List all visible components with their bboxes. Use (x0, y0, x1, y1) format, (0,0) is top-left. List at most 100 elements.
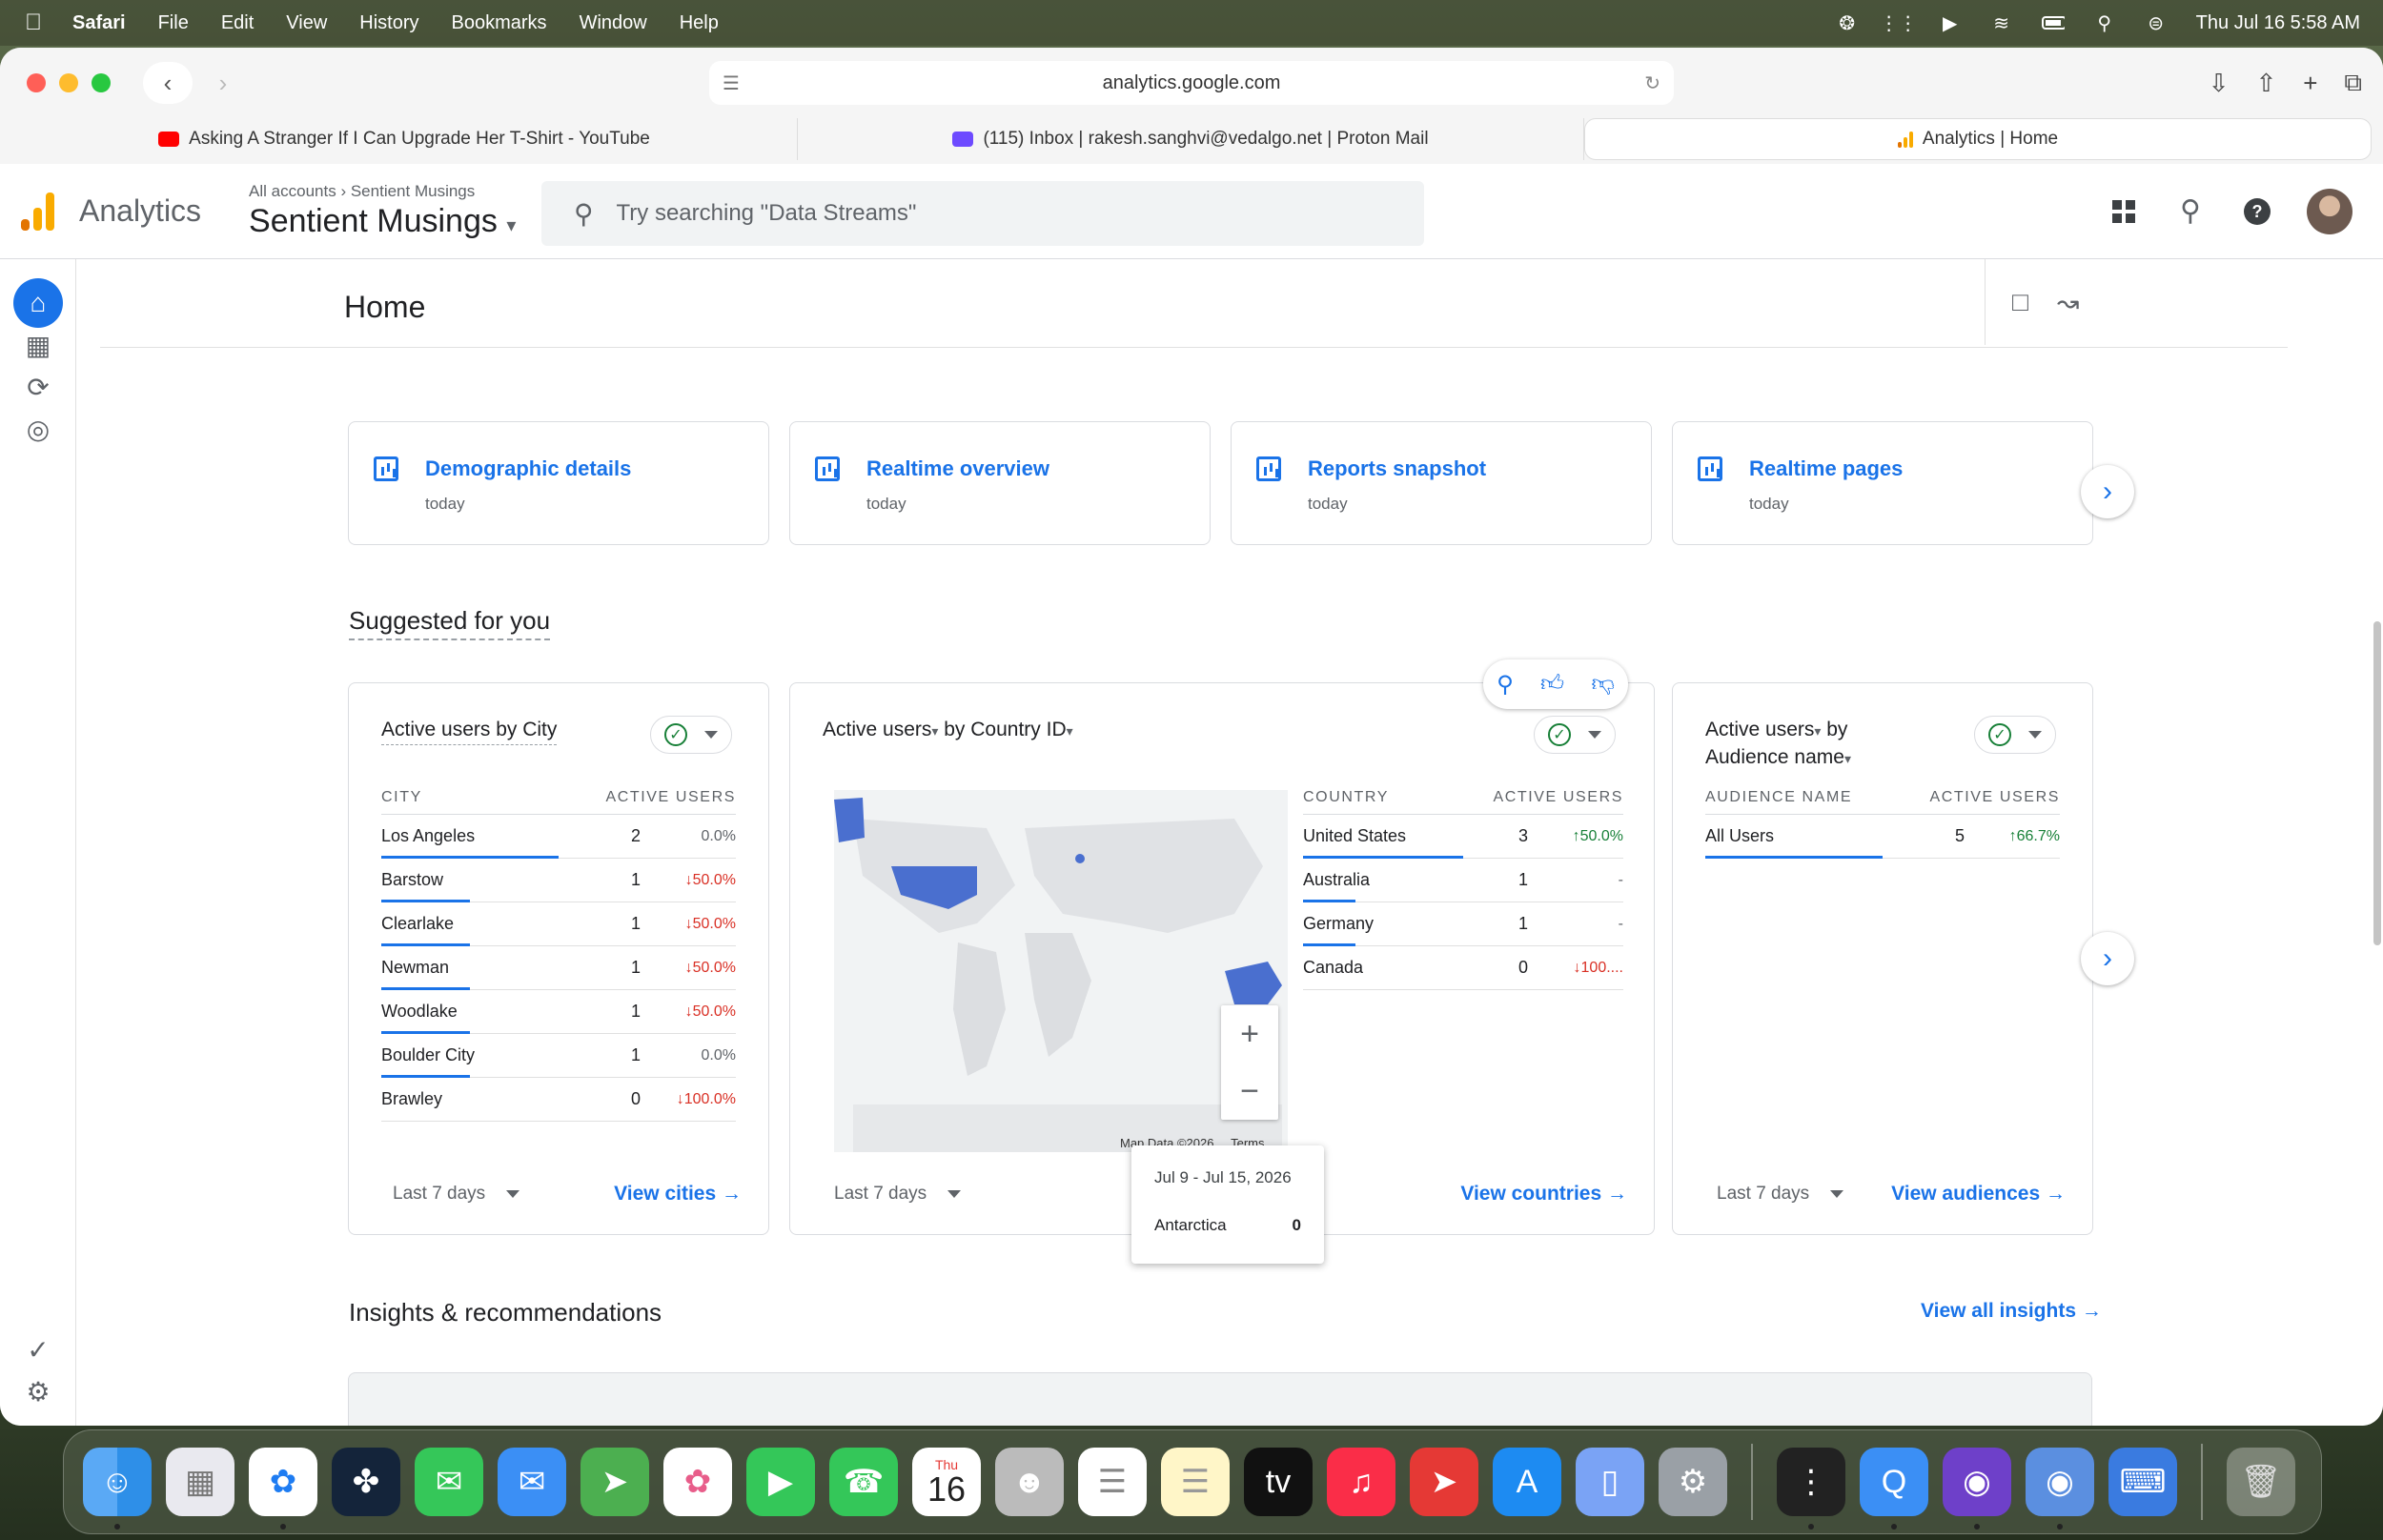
search-insights-icon[interactable]: ⚲ (2173, 194, 2208, 229)
apps-grid-icon[interactable] (2107, 194, 2141, 229)
maps-icon[interactable]: ➤ (580, 1448, 649, 1516)
search-input[interactable]: Try searching "Data Streams" (617, 200, 917, 227)
view-cities-link[interactable]: View cities → (614, 1183, 742, 1206)
menu-window[interactable]: Window (580, 12, 647, 34)
play-circle-icon[interactable]: ▶ (1939, 11, 1962, 34)
table-row[interactable]: Woodlake 1 ↓50.0% (381, 990, 736, 1034)
spotlight-search-icon[interactable]: ⚲ (2093, 11, 2116, 34)
nav-settings-button[interactable]: ⚙ (13, 1367, 63, 1416)
comparison-toggle[interactable]: ✓ (650, 716, 732, 754)
app-store-icon[interactable]: A (1493, 1448, 1561, 1516)
back-button[interactable]: ‹ (143, 62, 193, 104)
github-desktop-icon[interactable]: ◉ (1943, 1448, 2011, 1530)
close-window-button[interactable] (27, 73, 46, 92)
launchpad-icon[interactable]: ▦ (166, 1448, 234, 1516)
menubar-clock[interactable]: Thu Jul 16 5:58 AM (2196, 12, 2360, 34)
finder-icon[interactable]: ☺ (83, 1448, 152, 1530)
city-card-title[interactable]: Active users by City (381, 716, 558, 745)
thumbs-up-icon[interactable]: 👍︎ (1540, 671, 1564, 698)
metric-selector[interactable]: Active users▾ (823, 719, 938, 740)
page-scrollbar[interactable] (2373, 621, 2381, 945)
suggested-cards-next-button[interactable]: › (2081, 932, 2134, 985)
downloads-icon[interactable]: ⇩ (2209, 69, 2230, 98)
battery-icon[interactable] (2041, 11, 2065, 34)
view-audiences-link[interactable]: View audiences → (1891, 1183, 2066, 1206)
facetime-icon[interactable]: ▶ (746, 1448, 815, 1516)
table-row[interactable]: Canada 0 ↓100.... (1303, 946, 1623, 990)
notes-app-icon[interactable]: ☰ (1161, 1448, 1230, 1516)
date-range-selector[interactable]: Last 7 days (393, 1184, 520, 1205)
page-menu-icon[interactable]: ☰ (723, 71, 740, 95)
account-picker[interactable]: All accounts › Sentient Musings Sentient… (249, 182, 516, 240)
dimension-selector[interactable]: by Country ID▾ (944, 719, 1072, 740)
app-grid-launcher-icon[interactable]: ⋮ (1777, 1448, 1845, 1530)
world-map[interactable]: + − Map Data ©2026 Terms (834, 790, 1288, 1152)
warp-icon[interactable]: ✤ (332, 1448, 400, 1516)
nav-advertising-button[interactable]: ◎ (13, 404, 63, 454)
photos-icon[interactable]: ✿ (663, 1448, 732, 1516)
grid-dots-icon[interactable]: ⋮⋮ (1880, 11, 1918, 34)
system-settings-icon[interactable]: ⚙ (1659, 1448, 1727, 1516)
table-row[interactable]: Clearlake 1 ↓50.0% (381, 902, 736, 946)
view-all-insights-link[interactable]: View all insights → (1921, 1300, 2102, 1323)
phone-icon[interactable]: ☎ (829, 1448, 898, 1516)
quick-cards-next-button[interactable]: › (2081, 465, 2134, 518)
contacts-icon[interactable]: ☻ (995, 1448, 1064, 1516)
quicktime-icon[interactable]: Q (1860, 1448, 1928, 1530)
help-icon[interactable]: ? (2240, 194, 2274, 229)
dimension-selector[interactable]: Audience name▾ (1705, 746, 1851, 768)
date-range-selector[interactable]: Last 7 days (1717, 1184, 1844, 1205)
search-bar[interactable]: ⚲ Try searching "Data Streams" (541, 181, 1424, 246)
view-countries-link[interactable]: View countries → (1460, 1183, 1627, 1206)
table-row[interactable]: Australia 1 - (1303, 859, 1623, 902)
quick-card-realtime-pages[interactable]: Realtime pages today (1672, 421, 2093, 545)
tab-analytics[interactable]: Analytics | Home (1584, 118, 2372, 160)
table-row[interactable]: Brawley 0 ↓100.0% (381, 1078, 736, 1122)
menu-edit[interactable]: Edit (221, 12, 254, 34)
zoom-in-button[interactable]: + (1221, 1005, 1278, 1063)
tab-youtube[interactable]: Asking A Stranger If I Can Upgrade Her T… (11, 118, 798, 160)
forward-button[interactable]: › (198, 62, 248, 104)
zoom-window-button[interactable] (92, 73, 111, 92)
share-icon[interactable]: ⇧ (2255, 69, 2276, 98)
insights-trend-icon[interactable]: ↝ (2057, 287, 2079, 318)
comparison-toggle[interactable]: ✓ (1534, 716, 1616, 754)
tab-proton-mail[interactable]: (115) Inbox | rakesh.sanghvi@vedalgo.net… (798, 118, 1584, 160)
disk-utility-icon[interactable]: ◉ (2026, 1448, 2094, 1530)
quick-card-demographic[interactable]: Demographic details today (348, 421, 769, 545)
table-row[interactable]: Boulder City 1 0.0% (381, 1034, 736, 1078)
menu-view[interactable]: View (286, 12, 327, 34)
quick-card-reports-snapshot[interactable]: Reports snapshot today (1231, 421, 1652, 545)
avatar[interactable] (2307, 188, 2352, 234)
chatgpt-icon[interactable]: ❂ (1836, 11, 1859, 34)
calendar-icon[interactable]: Thu 16 (912, 1448, 981, 1516)
remote-desktop-icon[interactable]: ⌨ (2108, 1448, 2177, 1516)
thumbs-down-icon[interactable]: 👎︎ (1591, 671, 1614, 698)
quick-card-realtime-overview[interactable]: Realtime overview today (789, 421, 1211, 545)
menu-app-name[interactable]: Safari (72, 12, 126, 34)
address-bar[interactable]: ☰ analytics.google.com ↻ (709, 61, 1674, 105)
table-row[interactable]: United States 3 ↑50.0% (1303, 815, 1623, 859)
iphone-mirroring-icon[interactable]: ▯ (1576, 1448, 1644, 1516)
control-center-icon[interactable]: ⊜ (2145, 11, 2168, 34)
menu-help[interactable]: Help (680, 12, 719, 34)
notes-icon[interactable]: □ (2012, 287, 2028, 317)
table-row[interactable]: Barstow 1 ↓50.0% (381, 859, 736, 902)
date-range-selector[interactable]: Last 7 days (834, 1184, 962, 1205)
table-row[interactable]: All Users 5 ↑66.7% (1705, 815, 2060, 859)
wifi-icon[interactable]: ≋ (1990, 11, 2013, 34)
table-row[interactable]: Newman 1 ↓50.0% (381, 946, 736, 990)
reload-icon[interactable]: ↻ (1644, 71, 1660, 95)
ask-insights-icon[interactable]: ⚲ (1497, 671, 1514, 699)
zoom-out-button[interactable]: − (1221, 1063, 1278, 1120)
tab-overview-icon[interactable]: ⧉ (2344, 68, 2362, 98)
table-row[interactable]: Los Angeles 2 0.0% (381, 815, 736, 859)
minimize-window-button[interactable] (59, 73, 78, 92)
product-name[interactable]: Analytics (79, 193, 201, 229)
safari-icon[interactable]: ✿ (249, 1448, 317, 1530)
trash-icon[interactable]: 🗑︎ (2227, 1448, 2295, 1516)
menu-bookmarks[interactable]: Bookmarks (452, 12, 547, 34)
messages-icon[interactable]: ✉ (415, 1448, 483, 1516)
apple-menu-icon[interactable]:  (25, 10, 53, 36)
apple-tv-icon[interactable]: tv (1244, 1448, 1313, 1516)
